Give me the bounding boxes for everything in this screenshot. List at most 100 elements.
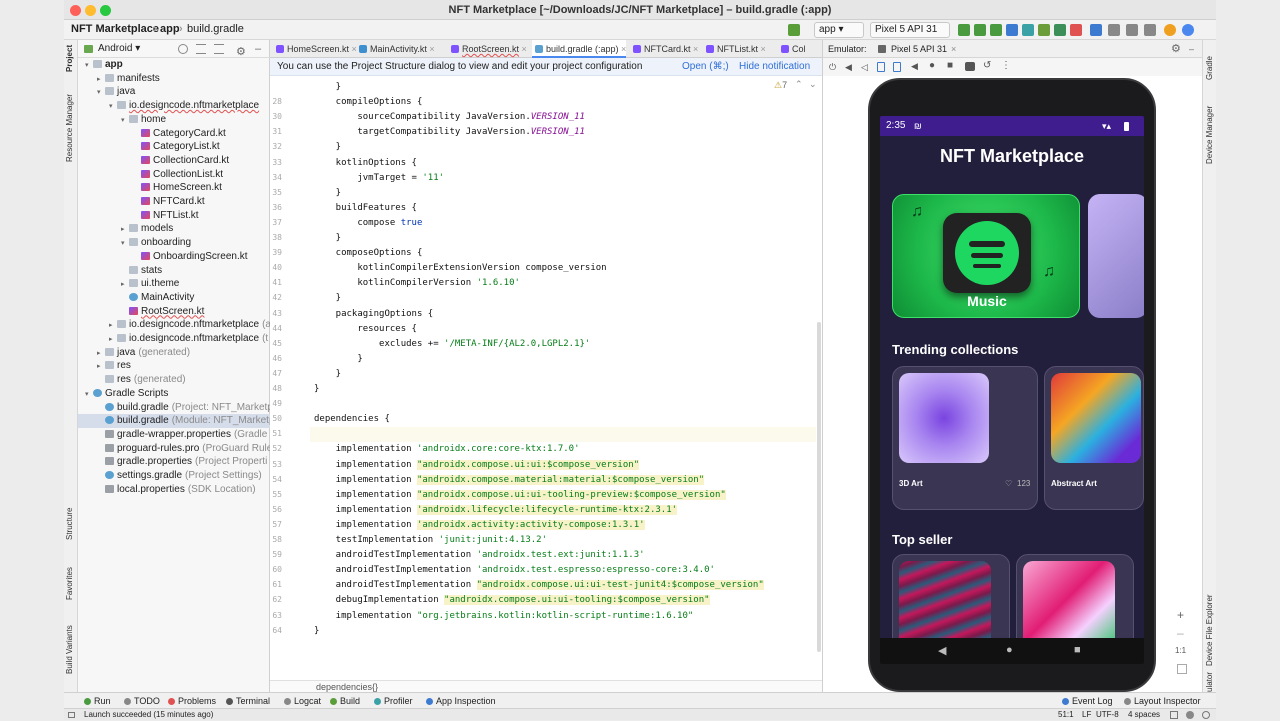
code-line[interactable]: testImplementation 'junit:junit:4.13.2' bbox=[314, 533, 547, 548]
emulator-device-tab[interactable]: Pixel 5 API 31 bbox=[891, 40, 947, 58]
account-icon[interactable] bbox=[1182, 24, 1194, 36]
tree-item[interactable]: NFTList.kt bbox=[133, 209, 199, 223]
overview-icon[interactable]: ■ bbox=[1074, 644, 1081, 656]
code-line[interactable]: } bbox=[314, 352, 362, 367]
tree-item[interactable]: OnboardingScreen.kt bbox=[133, 250, 248, 264]
collection-card-abstract-art[interactable]: Abstract Art bbox=[1044, 366, 1144, 510]
breadcrumb-module[interactable]: app bbox=[160, 23, 180, 35]
snapshot-icon[interactable]: ↺ bbox=[983, 60, 991, 71]
tab-file[interactable]: NFTList.kt × bbox=[703, 40, 766, 58]
notifications-icon[interactable] bbox=[1164, 24, 1176, 36]
hide-panel-icon[interactable]: – bbox=[255, 40, 261, 58]
memory-icon[interactable] bbox=[1202, 711, 1210, 719]
tree-item[interactable]: HomeScreen.kt bbox=[133, 181, 222, 195]
close-window-button[interactable] bbox=[70, 5, 81, 16]
device-manager-icon[interactable] bbox=[1108, 24, 1120, 36]
tree-item[interactable]: settings.gradle (Project Settings) bbox=[97, 469, 262, 483]
tab-file[interactable]: MainActivity.kt × bbox=[356, 40, 435, 58]
run-tool-button[interactable]: Run bbox=[84, 693, 111, 709]
tree-item[interactable]: CollectionCard.kt bbox=[133, 154, 229, 168]
code-line[interactable]: implementation "androidx.compose.ui:ui:$… bbox=[314, 458, 640, 473]
zoom-actual-size-button[interactable]: 1:1 bbox=[1175, 646, 1186, 655]
panel-toggle-icon[interactable] bbox=[68, 712, 75, 718]
chevron-down-icon[interactable]: ⌄ bbox=[809, 79, 817, 90]
locate-icon[interactable] bbox=[178, 44, 188, 54]
code-line[interactable]: resources { bbox=[314, 322, 417, 337]
line-separator[interactable]: LF bbox=[1082, 709, 1091, 721]
tree-item[interactable]: CategoryList.kt bbox=[133, 140, 220, 154]
code-line[interactable]: androidTestImplementation 'androidx.test… bbox=[314, 563, 715, 578]
logcat-tool-button[interactable]: Logcat bbox=[284, 693, 321, 709]
close-tab-icon[interactable]: × bbox=[758, 44, 766, 54]
camera-icon[interactable] bbox=[965, 62, 975, 71]
home-icon[interactable]: ● bbox=[929, 60, 935, 71]
breadcrumb-project[interactable]: NFT Marketplace bbox=[71, 23, 159, 35]
tab-file[interactable]: HomeScreen.kt × bbox=[273, 40, 357, 58]
run-icon[interactable] bbox=[958, 24, 970, 36]
search-icon[interactable] bbox=[1144, 24, 1156, 36]
resource-manager-tool-tab[interactable]: Resource Manager bbox=[65, 94, 74, 162]
overview-icon[interactable]: ■ bbox=[947, 60, 953, 71]
collection-card-3d-art[interactable]: 3D Art ♡ 123 bbox=[892, 366, 1038, 510]
code-line[interactable]: compose true bbox=[314, 216, 422, 231]
code-line[interactable]: } bbox=[314, 367, 341, 382]
terminal-tool-button[interactable]: Terminal bbox=[226, 693, 270, 709]
tree-item[interactable]: gradle-wrapper.properties (Gradle bbox=[97, 428, 267, 442]
code-line[interactable]: androidTestImplementation 'androidx.test… bbox=[314, 548, 645, 563]
lock-icon[interactable] bbox=[1170, 711, 1178, 719]
tree-item[interactable]: ▾ onboarding bbox=[121, 236, 191, 250]
more-icon[interactable]: ⋮ bbox=[1001, 60, 1011, 71]
home-icon[interactable]: ● bbox=[1006, 644, 1013, 656]
category-card-music[interactable]: ♫ ♫ Music bbox=[892, 194, 1080, 318]
code-line[interactable]: dependencies { bbox=[314, 412, 390, 427]
expand-arrow-icon[interactable]: ▾ bbox=[109, 100, 117, 114]
close-tab-icon[interactable]: × bbox=[951, 40, 956, 58]
profiler-tool-button[interactable]: Profiler bbox=[374, 693, 413, 709]
code-editor[interactable]: ⚠7 ⌃ ⌄ } compileOptions { sourceCompatib… bbox=[310, 76, 822, 680]
code-line[interactable]: androidTestImplementation "androidx.comp… bbox=[314, 578, 764, 593]
code-line[interactable]: packagingOptions { bbox=[314, 307, 434, 322]
sdk-manager-icon[interactable] bbox=[1126, 24, 1138, 36]
apply-changes-icon[interactable] bbox=[990, 24, 1002, 36]
hide-panel-icon[interactable]: – bbox=[1189, 40, 1194, 58]
code-line[interactable]: implementation 'androidx.core:core-ktx:1… bbox=[314, 442, 580, 457]
volume-down-icon[interactable]: ◁ bbox=[861, 62, 868, 73]
code-line[interactable]: } bbox=[314, 231, 341, 246]
expand-arrow-icon[interactable]: ▾ bbox=[97, 86, 105, 100]
tree-item[interactable]: res (generated) bbox=[97, 373, 186, 387]
profile-icon[interactable] bbox=[1022, 24, 1034, 36]
device-file-explorer-tool-tab[interactable]: Device File Explorer bbox=[1205, 594, 1214, 666]
zoom-fit-icon[interactable] bbox=[1177, 664, 1187, 674]
code-line[interactable]: kotlinCompilerVersion '1.6.10' bbox=[314, 276, 520, 291]
tree-item[interactable]: gradle.properties (Project Properti bbox=[97, 455, 267, 469]
attach-debugger-icon[interactable] bbox=[1038, 24, 1050, 36]
tree-item[interactable]: MainActivity bbox=[121, 291, 194, 305]
back-icon[interactable]: ◀ bbox=[938, 644, 946, 657]
tab-file[interactable]: NFTCard.kt × bbox=[630, 40, 698, 58]
tab-file[interactable]: RootScreen.kt × bbox=[448, 40, 527, 58]
tree-item[interactable]: build.gradle (Project: NFT_Marketp bbox=[97, 401, 273, 415]
code-line[interactable]: implementation "org.jetbrains.kotlin:kot… bbox=[314, 609, 694, 624]
code-line[interactable]: } bbox=[314, 624, 319, 639]
tree-item[interactable]: ▾ io.designcode.nftmarketplace bbox=[109, 99, 259, 113]
code-line[interactable]: debugImplementation "androidx.compose.ui… bbox=[314, 593, 710, 608]
tree-item[interactable]: ▸ java (generated) bbox=[97, 346, 190, 360]
coverage-icon[interactable] bbox=[1054, 24, 1066, 36]
build-variants-tool-tab[interactable]: Build Variants bbox=[65, 625, 74, 674]
code-line[interactable]: } bbox=[314, 291, 341, 306]
tree-item[interactable]: proguard-rules.pro (ProGuard Rule: bbox=[97, 442, 275, 456]
layout-inspector-tool-button[interactable]: Layout Inspector bbox=[1124, 693, 1201, 709]
rerun-icon[interactable] bbox=[974, 24, 986, 36]
volume-up-icon[interactable]: ◀ bbox=[845, 62, 852, 73]
indent-setting[interactable]: 4 spaces bbox=[1128, 709, 1160, 721]
close-tab-icon[interactable]: × bbox=[427, 44, 434, 54]
code-line[interactable]: } bbox=[314, 382, 319, 397]
code-line[interactable]: implementation 'androidx.activity:activi… bbox=[314, 518, 645, 533]
expand-all-icon[interactable] bbox=[196, 44, 206, 54]
expand-arrow-icon[interactable]: ▾ bbox=[85, 59, 93, 73]
chevron-up-icon[interactable]: ⌃ bbox=[795, 79, 803, 90]
tree-item[interactable]: ▸ manifests bbox=[97, 72, 160, 86]
structure-tool-tab[interactable]: Structure bbox=[65, 508, 74, 540]
code-line[interactable]: targetCompatibility JavaVersion.VERSION_… bbox=[314, 125, 585, 140]
tree-item[interactable]: local.properties (SDK Location) bbox=[97, 483, 256, 497]
